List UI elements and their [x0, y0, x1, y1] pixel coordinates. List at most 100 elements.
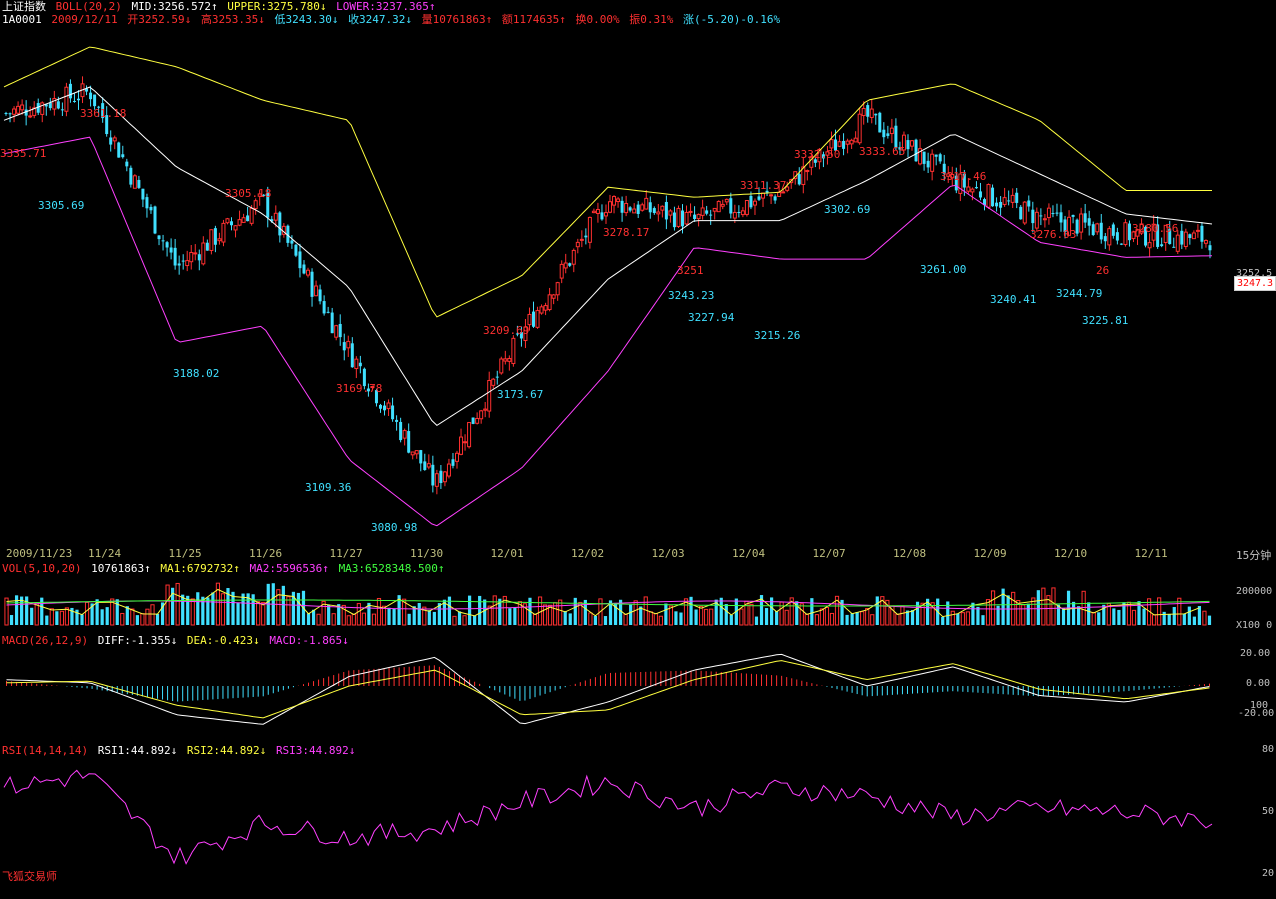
- price-annotation: 3278.17: [603, 226, 650, 239]
- price-annotation: 3332.50: [794, 148, 841, 161]
- volume-bar: [155, 613, 160, 625]
- volume-bar: [709, 608, 714, 626]
- candle-body: [740, 210, 745, 216]
- volume-bar: [1112, 608, 1116, 625]
- period-label[interactable]: 15分钟: [1236, 547, 1271, 563]
- candle-body: [930, 153, 935, 172]
- candle-body: [225, 218, 230, 224]
- candle-body: [310, 271, 314, 297]
- macd-axis-mid: 0.00: [1246, 678, 1271, 689]
- rsi-indicator-name[interactable]: RSI(14,14,14): [2, 744, 88, 757]
- volume-bar: [130, 608, 135, 626]
- candle-body: [853, 137, 858, 143]
- kline-chart-canvas[interactable]: [0, 0, 1276, 899]
- volume-bar: [799, 603, 804, 626]
- volume-bar: [623, 613, 628, 626]
- candle-body: [744, 200, 749, 215]
- rsi2-value: RSI2:44.892↓: [186, 744, 267, 757]
- candle-body: [246, 215, 250, 222]
- candle-body: [1042, 218, 1047, 221]
- candle-body: [628, 207, 632, 211]
- vol-axis-zero: 0: [1266, 620, 1273, 631]
- volume-bar: [1081, 590, 1086, 626]
- volume-bar: [558, 599, 563, 626]
- date-axis-label: 12/10: [1054, 547, 1088, 560]
- macd-indicator-name[interactable]: MACD(26,12,9): [2, 634, 88, 647]
- price-annotation: 3080.98: [371, 521, 418, 534]
- volume-bar: [719, 597, 723, 625]
- candle-body: [4, 113, 8, 115]
- candle-body: [535, 310, 540, 328]
- volume-bar: [361, 612, 366, 626]
- candle-body: [132, 175, 137, 189]
- candle-body: [845, 140, 850, 145]
- candle-body: [378, 404, 382, 409]
- candle-body: [837, 141, 842, 147]
- candle-body: [145, 197, 149, 209]
- candle-body: [664, 201, 668, 220]
- volume-bar: [824, 606, 830, 626]
- macd-axis-bottom: -20.00: [1238, 708, 1275, 719]
- boll-upper-line: [3, 46, 1212, 318]
- candle-body: [439, 470, 443, 484]
- rsi3-value: RSI3:44.892↓: [275, 744, 356, 757]
- price-annotation: 3188.02: [173, 367, 220, 380]
- candle-body: [547, 294, 552, 311]
- volume-bar: [286, 596, 291, 626]
- candle-body: [1111, 224, 1115, 236]
- volume-bar: [256, 601, 261, 626]
- volume-bar: [201, 596, 205, 625]
- volume-bar: [568, 613, 572, 625]
- candle-body: [209, 229, 214, 251]
- price-annotation: 3209.69: [483, 324, 530, 337]
- volume-bar: [674, 611, 678, 625]
- volume-bar: [331, 613, 336, 626]
- candle-body: [487, 380, 492, 412]
- volume-bar: [165, 584, 170, 626]
- price-annotation: 3317.46: [940, 170, 987, 183]
- candle-body: [797, 174, 801, 185]
- macd-diff: DIFF:-1.355↓: [97, 634, 178, 647]
- candle-body: [624, 203, 629, 214]
- volume-bar: [125, 606, 129, 625]
- candle-body: [1203, 239, 1208, 244]
- vol-indicator-name[interactable]: VOL(5,10,20): [2, 562, 81, 575]
- vol-axis-unit-text: X100: [1236, 620, 1261, 631]
- candle-body: [616, 198, 621, 203]
- volume-bar: [1087, 602, 1091, 625]
- volume-bar: [100, 609, 104, 625]
- candle-body: [318, 289, 322, 302]
- volume-bar: [804, 613, 809, 626]
- candle-body: [1055, 212, 1059, 214]
- candle-body: [1103, 236, 1107, 242]
- date-axis-label: 12/01: [490, 547, 524, 560]
- candle-body: [849, 139, 854, 145]
- candle-body: [1107, 228, 1112, 246]
- volume-bar: [14, 595, 19, 625]
- candle-body: [732, 211, 737, 219]
- volume-bar: [990, 590, 996, 626]
- candle-body: [861, 108, 866, 117]
- candle-body: [306, 269, 311, 276]
- volume-bar: [427, 610, 431, 625]
- volume-bar: [40, 597, 44, 625]
- candle-body: [451, 459, 455, 466]
- candle-body: [1095, 223, 1100, 233]
- candle-body: [729, 198, 733, 214]
- volume-bar: [462, 615, 467, 626]
- candle-body: [354, 358, 359, 370]
- candle-body: [483, 408, 488, 411]
- candle-body: [507, 358, 512, 362]
- candle-body: [217, 238, 222, 242]
- volume-bar: [1192, 616, 1196, 625]
- macd-diff-line: [6, 653, 1210, 725]
- volume-bar: [639, 606, 643, 625]
- candle-body: [1119, 243, 1123, 245]
- volume-bar: [1071, 601, 1076, 625]
- candle-body: [737, 212, 741, 214]
- candle-body: [995, 202, 999, 207]
- volume-bar: [814, 614, 819, 626]
- candle-body: [386, 402, 391, 410]
- volume-bar: [492, 595, 497, 626]
- candle-body: [334, 325, 339, 338]
